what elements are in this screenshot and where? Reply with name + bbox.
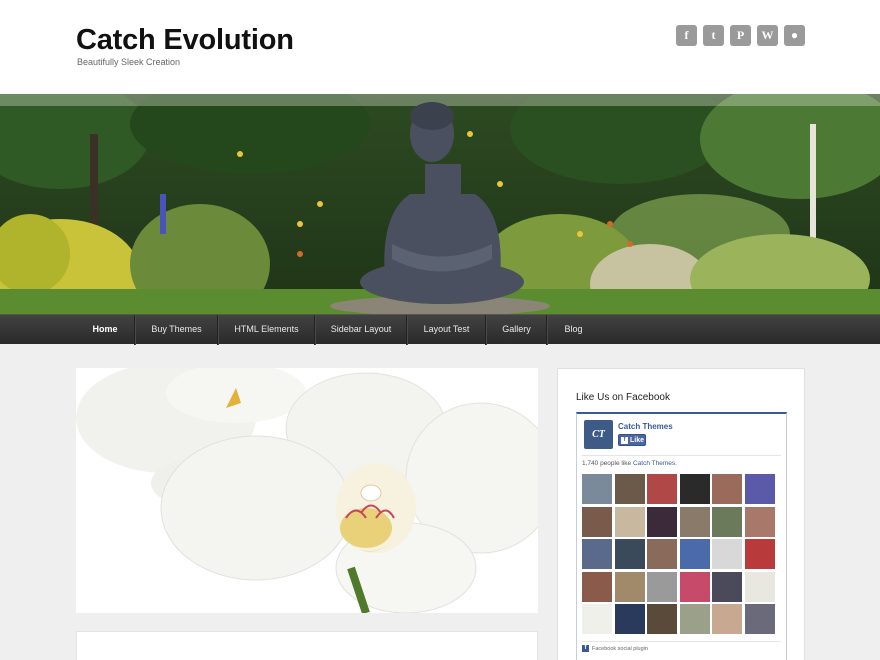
- facebook-like-button[interactable]: f Like: [618, 434, 646, 446]
- page-logo-text: CT: [592, 429, 605, 440]
- header-banner-image: [0, 94, 880, 314]
- avatar[interactable]: [679, 604, 710, 635]
- avatar[interactable]: [582, 539, 612, 570]
- avatar[interactable]: [614, 604, 645, 635]
- nav-item-html-elements[interactable]: HTML Elements: [218, 315, 314, 345]
- avatar[interactable]: [647, 571, 678, 602]
- avatar[interactable]: [744, 474, 775, 504]
- avatar[interactable]: [614, 506, 645, 537]
- avatar[interactable]: [582, 506, 612, 537]
- sidebar: Like Us on Facebook CT Catch Themes f Lik…: [557, 368, 805, 660]
- site-description: Beautifully Sleek Creation: [77, 57, 181, 67]
- avatar[interactable]: [679, 506, 710, 537]
- social-icons: f t P W ●: [676, 25, 805, 46]
- avatar[interactable]: [712, 539, 743, 570]
- avatar[interactable]: [744, 506, 775, 537]
- facebook-like-box: CT Catch Themes f Like 1,740 people like …: [576, 412, 787, 660]
- divider: [582, 641, 781, 642]
- avatar[interactable]: [679, 474, 710, 504]
- site-title[interactable]: Catch Evolution: [76, 24, 294, 57]
- avatar[interactable]: [679, 539, 710, 570]
- facebook-icon: f: [582, 645, 589, 652]
- avatar[interactable]: [679, 571, 710, 602]
- avatar[interactable]: [744, 539, 775, 570]
- avatar[interactable]: [647, 506, 678, 537]
- twitter-icon[interactable]: t: [703, 25, 724, 46]
- fan-avatar-grid: [582, 474, 775, 635]
- avatar[interactable]: [712, 506, 743, 537]
- facebook-page-name[interactable]: Catch Themes: [618, 422, 673, 431]
- nav-item-gallery[interactable]: Gallery: [486, 315, 546, 345]
- divider: [582, 455, 781, 456]
- site-header: Catch Evolution Beautifully Sleek Creati…: [0, 0, 880, 94]
- avatar[interactable]: [744, 571, 775, 602]
- facebook-icon[interactable]: f: [676, 25, 697, 46]
- github-icon[interactable]: ●: [784, 25, 805, 46]
- social-plugin-footer: f Facebook social plugin: [582, 645, 648, 652]
- facebook-icon: f: [621, 436, 628, 444]
- avatar[interactable]: [712, 474, 743, 504]
- avatar[interactable]: [582, 571, 612, 602]
- pinterest-icon[interactable]: P: [730, 25, 751, 46]
- main-navigation: Home Buy Themes HTML Elements Sidebar La…: [0, 314, 880, 345]
- nav-item-home[interactable]: Home: [76, 315, 134, 345]
- likes-count-text: 1,740 people like: [582, 460, 632, 467]
- avatar[interactable]: [647, 474, 678, 504]
- avatar[interactable]: [582, 474, 612, 504]
- social-plugin-label[interactable]: Facebook social plugin: [592, 646, 648, 652]
- nav-item-sidebar-layout[interactable]: Sidebar Layout: [315, 315, 406, 345]
- likes-page-link[interactable]: Catch Themes.: [633, 460, 677, 467]
- featured-image[interactable]: [76, 368, 538, 613]
- post-content-box: [76, 631, 538, 660]
- widget-title: Like Us on Facebook: [576, 392, 670, 403]
- avatar[interactable]: [647, 604, 678, 635]
- avatar[interactable]: [712, 571, 743, 602]
- nav-item-buy-themes[interactable]: Buy Themes: [135, 315, 217, 345]
- avatar[interactable]: [647, 539, 678, 570]
- page-logo[interactable]: CT: [584, 420, 613, 449]
- like-label: Like: [630, 436, 645, 444]
- avatar[interactable]: [582, 604, 612, 635]
- avatar[interactable]: [614, 539, 645, 570]
- likes-count: 1,740 people like Catch Themes.: [582, 460, 677, 467]
- avatar[interactable]: [614, 474, 645, 504]
- avatar[interactable]: [712, 604, 743, 635]
- avatar[interactable]: [614, 571, 645, 602]
- avatar[interactable]: [744, 604, 775, 635]
- nav-item-blog[interactable]: Blog: [547, 315, 599, 345]
- wordpress-icon[interactable]: W: [757, 25, 778, 46]
- nav-item-layout-test[interactable]: Layout Test: [407, 315, 485, 345]
